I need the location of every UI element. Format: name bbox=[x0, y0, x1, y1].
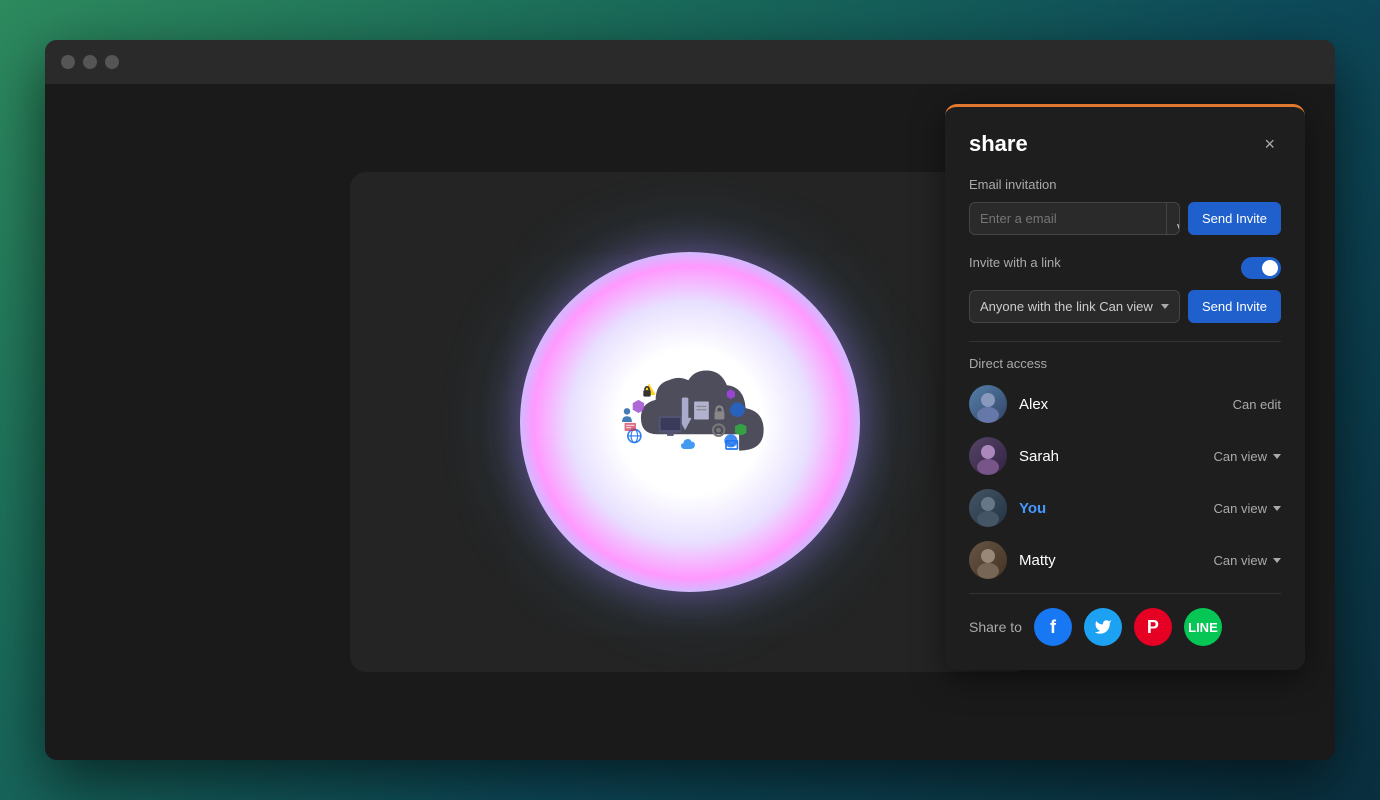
pinterest-share-button[interactable]: P bbox=[1134, 608, 1172, 646]
user-name-matty: Matty bbox=[1019, 552, 1202, 569]
email-send-invite-button[interactable]: Send Invite bbox=[1188, 202, 1281, 235]
avatar-alex bbox=[969, 385, 1007, 423]
link-row: Anyone with the link Can view Send Invit… bbox=[969, 290, 1281, 323]
link-header: Invite with a link bbox=[969, 255, 1281, 280]
email-input[interactable] bbox=[970, 203, 1166, 234]
link-send-invite-button[interactable]: Send Invite bbox=[1188, 290, 1281, 323]
share-header: share × bbox=[969, 131, 1281, 157]
email-input-group: can view bbox=[969, 202, 1180, 235]
user-row-matty: Matty Can view bbox=[969, 541, 1281, 579]
twitter-share-button[interactable] bbox=[1084, 608, 1122, 646]
window-body: ! bbox=[45, 84, 1335, 760]
image-card: ! bbox=[350, 172, 1030, 672]
user-row-you: You Can view bbox=[969, 489, 1281, 527]
user-name-you: You bbox=[1019, 500, 1202, 517]
link-section: Invite with a link Anyone with the link … bbox=[969, 255, 1281, 323]
chevron-down-icon bbox=[1273, 454, 1281, 459]
chevron-down-icon bbox=[1161, 304, 1169, 309]
share-panel: share × Email invitation can view Send I… bbox=[945, 104, 1305, 670]
chevron-down-icon bbox=[1273, 558, 1281, 563]
share-to-label: Share to bbox=[969, 619, 1022, 635]
cloud-inner: ! bbox=[590, 322, 790, 522]
email-section-label: Email invitation bbox=[969, 177, 1281, 192]
cloud-svg: ! bbox=[600, 352, 780, 492]
avatar-sarah bbox=[969, 437, 1007, 475]
divider-2 bbox=[969, 593, 1281, 594]
access-badge-alex: Can edit bbox=[1233, 397, 1281, 412]
window-dot-3 bbox=[105, 55, 119, 69]
close-button[interactable]: × bbox=[1258, 133, 1281, 155]
app-window: ! bbox=[45, 40, 1335, 760]
avatar-matty bbox=[969, 541, 1007, 579]
line-share-button[interactable]: LINE bbox=[1184, 608, 1222, 646]
link-toggle[interactable] bbox=[1241, 257, 1281, 279]
user-name-alex: Alex bbox=[1019, 396, 1221, 413]
titlebar bbox=[45, 40, 1335, 84]
window-dot-2 bbox=[83, 55, 97, 69]
email-row: can view Send Invite bbox=[969, 202, 1281, 235]
access-badge-sarah[interactable]: Can view bbox=[1214, 449, 1281, 464]
share-to-row: Share to f P LINE bbox=[969, 608, 1281, 646]
access-badge-you[interactable]: Can view bbox=[1214, 501, 1281, 516]
user-row-alex: Alex Can edit bbox=[969, 385, 1281, 423]
facebook-share-button[interactable]: f bbox=[1034, 608, 1072, 646]
window-dot-1 bbox=[61, 55, 75, 69]
email-permission-dropdown[interactable]: can view bbox=[1166, 203, 1180, 234]
user-row-sarah: Sarah Can view bbox=[969, 437, 1281, 475]
divider-1 bbox=[969, 341, 1281, 342]
share-title: share bbox=[969, 131, 1028, 157]
user-name-sarah: Sarah bbox=[1019, 448, 1202, 465]
direct-access-label: Direct access bbox=[969, 356, 1281, 371]
chevron-down-icon bbox=[1273, 506, 1281, 511]
link-permission-dropdown[interactable]: Anyone with the link Can view bbox=[969, 290, 1180, 323]
cloud-illustration: ! bbox=[520, 252, 860, 592]
link-section-label: Invite with a link bbox=[969, 255, 1061, 270]
avatar-you bbox=[969, 489, 1007, 527]
access-badge-matty[interactable]: Can view bbox=[1214, 553, 1281, 568]
